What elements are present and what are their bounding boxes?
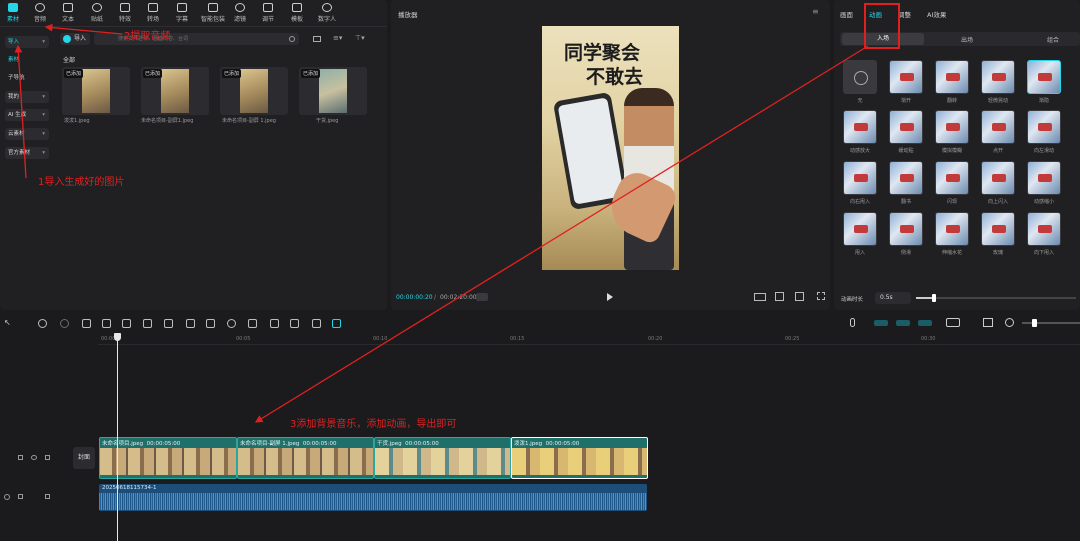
annotation-step2: 2提取音频 bbox=[124, 31, 171, 42]
annotation-arrows bbox=[14, 23, 869, 423]
annotation-step1: 1导入生成好的图片 bbox=[38, 177, 125, 188]
annotation-step3: 3添加背景音乐，添加动画，导出即可 bbox=[290, 419, 457, 430]
